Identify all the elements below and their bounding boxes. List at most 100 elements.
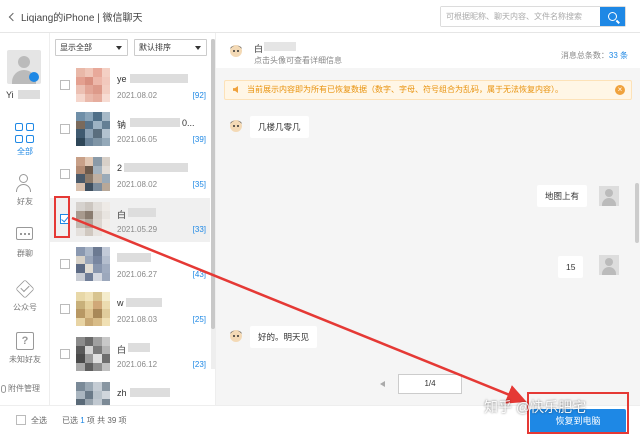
message-bubble-left: 好的。明天见 [250,326,318,348]
message-count: [92] [192,91,206,100]
nav-label-group-chats: 群聊 [17,249,33,258]
contact-avatar [76,157,110,191]
contact-date: 2021.08.02 [117,91,158,100]
contact-filters: 显示全部 默认排序 [55,39,207,56]
official-account-icon [15,279,35,299]
contact-avatar [76,68,110,102]
message-bubble-right: 地图上有 [537,185,588,207]
contact-avatar [76,247,110,281]
message-total-count: 33 条 [608,51,628,60]
device-chat-title: Liqiang的iPhone | 微信聊天 [21,13,143,24]
contact-date: 2021.06.05 [117,135,158,144]
show-filter-select[interactable]: 显示全部 [55,39,128,56]
contact-name-tail: 0... [182,118,195,128]
close-notice-icon[interactable]: × [615,85,625,95]
grid-icon [15,123,35,143]
search-input[interactable] [441,7,600,26]
username-blurred [18,90,40,99]
message-total: 消息总条数：33 条 [560,51,628,60]
search-button[interactable] [600,7,625,26]
prev-page-icon[interactable] [380,381,385,387]
contact-row[interactable]: w 2021.08.03 [25] [50,288,210,332]
title-bar: Liqiang的iPhone | 微信聊天 [0,0,640,33]
message-count: [35] [192,180,206,189]
attachment-manager-link[interactable]: 附件管理 [1,383,40,394]
attachment-manager-label: 附件管理 [8,384,40,393]
scroll-thumb[interactable] [211,39,215,329]
nav-label-all: 全部 [17,147,33,156]
contact-name: 2 [117,163,123,173]
nav-item-friends[interactable]: 好友 [0,173,50,207]
contact-checkbox-checked[interactable] [60,214,70,224]
chat-scrollbar[interactable] [635,183,639,243]
contact-checkbox[interactable] [60,80,70,90]
self-avatar [599,255,619,275]
recover-to-computer-button[interactable]: 恢复到电脑 [530,409,626,433]
left-nav: Yi 全部 好友 群聊 公众号 ? 未知好友 附件管理 [0,33,50,405]
contact-checkbox[interactable] [60,304,70,314]
contact-name: w [117,298,124,308]
contact-row[interactable]: 钠 0... 2021.06.05 [39] [50,108,210,152]
contact-date: 2021.06.27 [117,270,158,279]
chevron-left-icon [8,12,18,21]
sort-select[interactable]: 默认排序 [134,39,207,56]
contact-name: 白 [117,345,127,355]
select-all-label: 全选 [31,416,47,425]
chat-header: 白 点击头像可查看详细信息 消息总条数：33 条 [216,33,640,68]
unknown-friend-icon: ? [15,331,35,351]
contact-checkbox[interactable] [60,124,70,134]
paperclip-icon [1,384,6,393]
group-chat-icon [15,225,35,245]
contact-avatar [76,292,110,326]
contact-checkbox[interactable] [60,349,70,359]
recovery-notice: 当前展示内容即为所有已恢复数据（数字、字母、符号组合为乱码，属于无法恢复内容）。… [224,80,632,100]
notice-text: 当前展示内容即为所有已恢复数据（数字、字母、符号组合为乱码，属于无法恢复内容）。 [247,85,563,94]
nav-item-official-accounts[interactable]: 公众号 [0,279,50,313]
contact-list-scrollbar[interactable] [211,39,215,369]
contact-row[interactable]: 白 2021.06.12 [23] [50,333,210,377]
contact-date: 2021.05.29 [117,225,158,234]
message-count: [23] [192,360,206,369]
footer-bar: 全选 已选 1 项 共 39 项 恢复到电脑 [0,405,640,435]
contact-avatar [76,337,110,371]
message-count: [39] [192,135,206,144]
chat-contact-name: 白 [254,44,264,54]
contact-cartoon-avatar-icon[interactable] [228,327,244,343]
contact-name: zh [117,388,127,398]
message-count: [43] [192,270,206,279]
contact-row[interactable]: ye 2021.08.02 [92] [50,64,210,108]
contact-row[interactable]: 2 2021.08.02 [35] [50,153,210,197]
contact-name: 钠 [117,120,127,130]
contact-date: 2021.08.02 [117,180,158,189]
select-all-checkbox[interactable] [16,415,26,425]
contact-row[interactable]: zh [50,378,210,405]
nav-label-official-accounts: 公众号 [13,303,37,312]
contact-avatar [76,382,110,405]
message-bubble-right: 15 [558,256,584,278]
page-indicator[interactable]: 1/4 [398,374,462,394]
nav-item-group-chats[interactable]: 群聊 [0,225,50,259]
user-avatar[interactable] [7,50,41,84]
selected-count: 1 [80,416,85,425]
contact-cartoon-avatar-icon[interactable] [228,117,244,133]
nav-label-friends: 好友 [17,197,33,206]
nav-item-all[interactable]: 全部 [0,123,50,157]
contact-checkbox[interactable] [60,259,70,269]
username: Yi [6,90,14,100]
contact-avatar [76,112,110,146]
contact-row[interactable]: 2021.06.27 [43] [50,243,210,287]
speaker-icon [233,86,238,93]
search-box [440,6,626,27]
contact-cartoon-avatar-icon[interactable] [228,42,244,58]
nav-label-unknown-friends: 未知好友 [9,355,41,364]
selection-summary: 已选 1 项 共 39 项 [62,416,127,425]
message-count: [33] [192,225,206,234]
contact-row-selected[interactable]: 白 2021.05.29 [33] [50,198,210,242]
message-count: [25] [192,315,206,324]
contact-avatar [76,202,110,236]
nav-item-unknown-friends[interactable]: ? 未知好友 [0,331,50,365]
device-badge-icon [29,72,39,82]
message-bubble-left: 几楼几零几 [250,116,309,138]
back-button[interactable]: Liqiang的iPhone | 微信聊天 [8,9,143,24]
contact-checkbox[interactable] [60,169,70,179]
